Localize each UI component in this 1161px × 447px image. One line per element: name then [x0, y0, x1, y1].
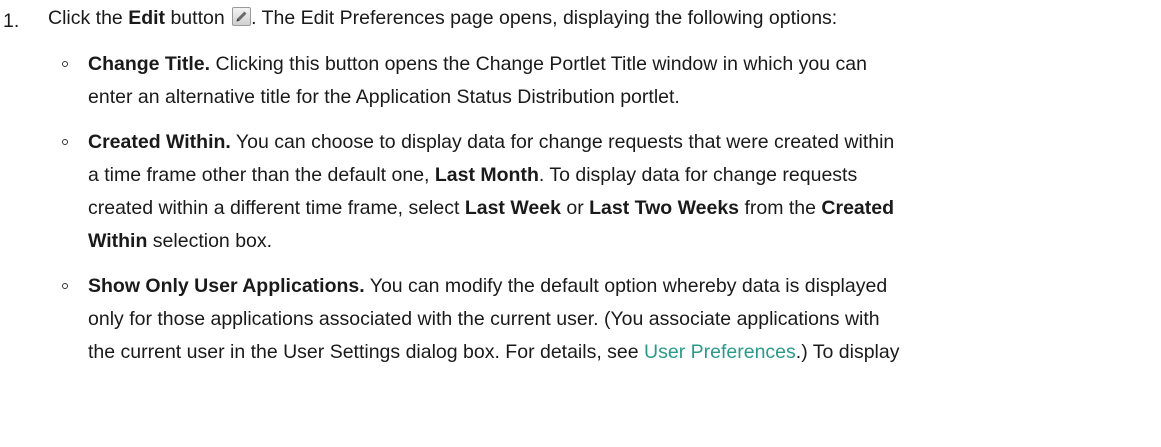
bullet-icon [62, 283, 68, 289]
edit-pencil-icon[interactable] [232, 4, 252, 26]
step-text-pre: Click the [48, 7, 129, 29]
option-text: a time frame other than the default one, [88, 164, 435, 186]
edit-label: Edit [128, 7, 166, 29]
option-text: .) To display [795, 341, 900, 363]
option-line: a time frame other than the default one,… [88, 159, 1151, 192]
step-number: 1. [3, 10, 20, 32]
option-text: the current user in the User Settings di… [88, 341, 645, 363]
option-text: You can choose to display data for chang… [230, 131, 895, 153]
option-line: enter an alternative title for the Appli… [88, 86, 680, 108]
option-line: only for those applications associated w… [88, 308, 880, 330]
created-within-label: Created [821, 197, 895, 219]
option-text: Clicking this button opens the Change Po… [210, 53, 867, 75]
option-title: Change Title. [88, 53, 211, 75]
step-text-post: . The Edit Preferences page opens, displ… [251, 7, 838, 29]
option-text: from the [739, 197, 822, 219]
option-text: selection box. [147, 230, 273, 252]
option-line: Change Title. Clicking this button opens… [88, 48, 1151, 81]
option-title: Show Only User Applications. [88, 275, 365, 297]
step-text-button: button [165, 7, 225, 29]
options-list: Change Title. Clicking this button opens… [0, 48, 1161, 381]
option-text: . To display data for change requests [538, 164, 858, 186]
option-line: created within a different time frame, s… [88, 192, 1151, 225]
option-line: Within selection box. [88, 225, 1151, 258]
default-value-last-month: Last Month [434, 164, 539, 186]
bullet-icon [62, 139, 68, 145]
option-line: the current user in the User Settings di… [88, 336, 1151, 369]
option-text: created within a different time frame, s… [88, 197, 465, 219]
option-text: or [560, 197, 590, 219]
option-line: Created Within. You can choose to displa… [88, 126, 1151, 159]
user-preferences-link[interactable]: User Preferences [644, 341, 796, 363]
value-last-week: Last Week [464, 197, 561, 219]
bullet-icon [62, 61, 68, 67]
option-change-title: Change Title. Clicking this button opens… [0, 48, 1161, 114]
option-title: Created Within. [88, 131, 231, 153]
option-text: You can modify the default option whereb… [364, 275, 888, 297]
option-created-within: Created Within. You can choose to displa… [0, 126, 1161, 258]
created-within-label: Within [88, 230, 148, 252]
option-line: Show Only User Applications. You can mod… [88, 270, 1151, 303]
step-text: Click the Edit button . The Edit Prefere… [48, 2, 837, 35]
option-show-only-user-applications: Show Only User Applications. You can mod… [0, 270, 1161, 369]
value-last-two-weeks: Last Two Weeks [589, 197, 740, 219]
